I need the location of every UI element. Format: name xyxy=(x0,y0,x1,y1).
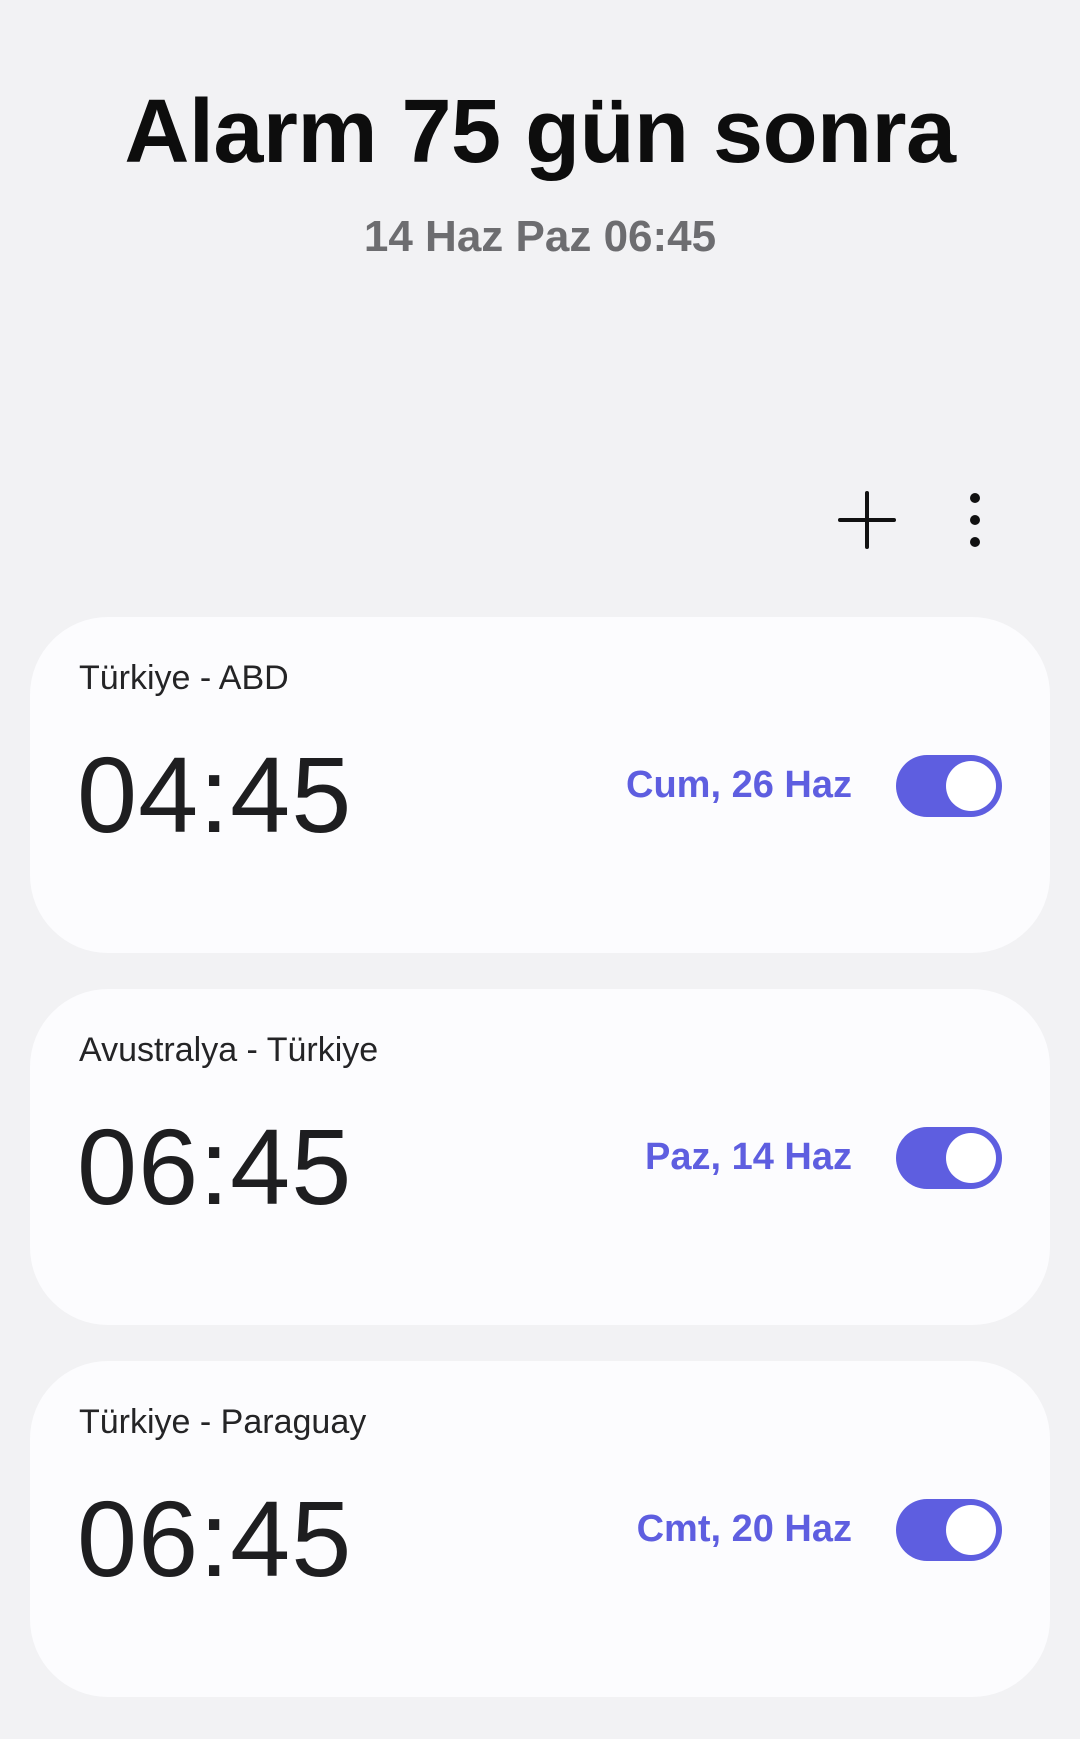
next-alarm-datetime: 14 Haz Paz 06:45 xyxy=(363,212,717,261)
alarm-time: 06:45 xyxy=(77,1106,353,1227)
alarm-label: Türkiye - Paraguay xyxy=(79,1403,367,1441)
alarm-toggle[interactable] xyxy=(896,755,1002,817)
alarm-label: Türkiye - ABD xyxy=(79,659,289,697)
alarm-card[interactable]: Türkiye - ABD 04:45 Cum, 26 Haz xyxy=(30,617,1050,953)
alarm-label: Avustralya - Türkiye xyxy=(79,1031,379,1069)
alarm-toggle[interactable] xyxy=(896,1127,1002,1189)
toolbar xyxy=(832,485,1010,555)
alarm-toggle[interactable] xyxy=(896,1499,1002,1561)
more-options-button[interactable] xyxy=(940,485,1010,555)
next-alarm-title: Alarm 75 gün sonra xyxy=(124,82,956,182)
alarm-time: 06:45 xyxy=(77,1478,353,1599)
toggle-knob xyxy=(946,1505,996,1555)
add-alarm-button[interactable] xyxy=(832,485,902,555)
toggle-knob xyxy=(946,761,996,811)
plus-icon xyxy=(838,491,896,549)
toggle-knob xyxy=(946,1133,996,1183)
alarm-card[interactable]: Türkiye - Paraguay 06:45 Cmt, 20 Haz xyxy=(30,1361,1050,1697)
alarm-time: 04:45 xyxy=(77,734,353,855)
alarm-date: Cum, 26 Haz xyxy=(626,764,852,806)
more-vertical-icon xyxy=(970,493,980,547)
alarm-date: Paz, 14 Haz xyxy=(645,1136,852,1178)
alarm-date: Cmt, 20 Haz xyxy=(636,1508,852,1550)
alarm-card[interactable]: Avustralya - Türkiye 06:45 Paz, 14 Haz xyxy=(30,989,1050,1325)
